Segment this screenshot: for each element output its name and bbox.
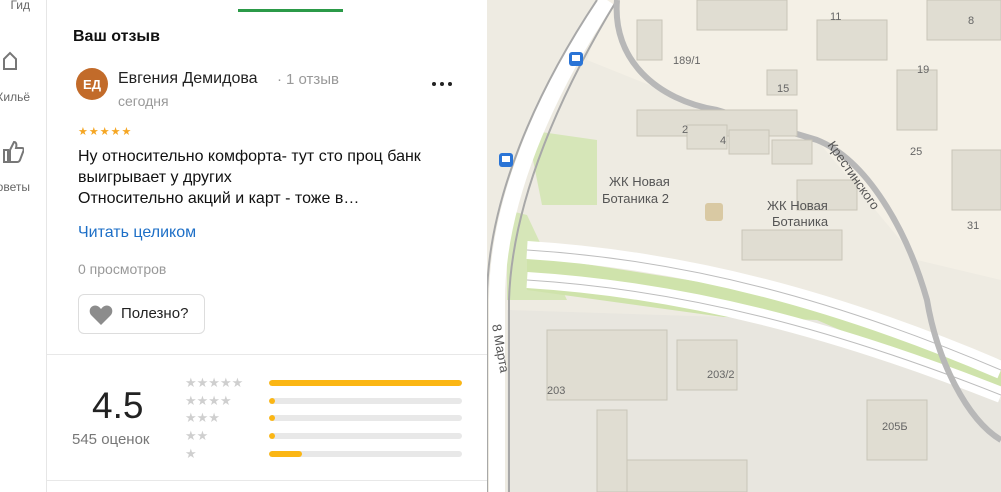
bus-stop-icon[interactable]: [499, 153, 513, 167]
map-label: 19: [917, 64, 929, 76]
histogram-track: [269, 451, 462, 457]
histogram-fill: [269, 451, 302, 457]
histogram-track: [269, 433, 462, 439]
overall-rating: 4.5: [92, 385, 144, 426]
ratings-count: 545 оценок: [72, 431, 150, 448]
map-label: 2: [682, 124, 688, 136]
histogram-stars: ★: [185, 446, 197, 461]
useful-button[interactable]: Полезно?: [78, 294, 205, 334]
panel-title: Ваш отзыв: [73, 28, 160, 45]
map-label: 205Б: [882, 421, 908, 433]
author-review-count: · 1 отзыв: [277, 71, 340, 88]
map-label: 203: [547, 385, 565, 397]
map-label: 8: [968, 15, 974, 27]
review-text: Ну относительно комфорта- тут сто проц б…: [78, 146, 473, 209]
rail-item-label: Гид: [10, 0, 30, 12]
review-panel: Ваш отзыв ЕД Евгения Демидова · 1 отзыв с…: [47, 0, 488, 492]
map-place-label: Ботаника 2: [602, 191, 669, 206]
map-canvas[interactable]: 11 8 189/1 15 19 2 4 25 31 203 203/2 205…: [487, 0, 1001, 492]
read-more-link[interactable]: Читать целиком: [78, 224, 196, 242]
avatar[interactable]: ЕД: [76, 68, 108, 100]
map-place-label: ЖК Новая: [767, 198, 828, 213]
rail-item-label: Жильё: [0, 90, 30, 104]
map-label: 11: [830, 11, 841, 23]
review-stars: ★★★★★: [78, 126, 133, 138]
review-text-line: Относительно акций и карт - тоже в…: [78, 190, 360, 207]
map-place-label: Ботаника: [772, 214, 829, 229]
histogram-track: [269, 415, 462, 421]
divider: [47, 480, 487, 481]
map-place-label: ЖК Новая: [609, 174, 670, 189]
bus-stop-icon[interactable]: [569, 52, 583, 66]
left-rail: Гид Жильё Советы: [0, 0, 47, 492]
map-label: 4: [720, 135, 726, 147]
histogram-fill: [269, 398, 275, 404]
thumbs-up-icon: [3, 140, 24, 163]
map-label: 189/1: [673, 55, 701, 67]
divider: [47, 354, 487, 355]
author-name[interactable]: Евгения Демидова: [118, 70, 258, 88]
active-tab-indicator: [238, 9, 343, 12]
map-label: 15: [777, 83, 789, 95]
histogram-fill: [269, 433, 275, 439]
map-label: 25: [910, 146, 922, 158]
map-label: 31: [967, 220, 979, 232]
review-text-line: Ну относительно комфорта- тут сто проц б…: [78, 148, 421, 165]
housing-icon: [3, 51, 17, 70]
heart-icon: [89, 305, 113, 325]
histogram-fill: [269, 415, 275, 421]
review-text-line: выигрывает у других: [78, 169, 232, 186]
author-review-count-text: 1 отзыв: [286, 71, 340, 88]
histogram-stars: ★★★: [185, 410, 220, 425]
more-options-button[interactable]: [430, 76, 454, 90]
map-label: 203/2: [707, 369, 735, 381]
histogram-stars: ★★: [185, 428, 209, 443]
poi-icon[interactable]: [705, 203, 723, 221]
useful-button-label: Полезно?: [121, 305, 189, 322]
views-count: 0 просмотров: [78, 261, 167, 277]
review-date: сегодня: [118, 93, 169, 109]
histogram-track: [269, 398, 462, 404]
rail-item-label: Советы: [0, 180, 30, 194]
histogram-stars: ★★★★★: [185, 375, 244, 390]
histogram-stars: ★★★★: [185, 393, 232, 408]
histogram-fill: [269, 380, 462, 386]
map[interactable]: 11 8 189/1 15 19 2 4 25 31 203 203/2 205…: [487, 0, 1001, 492]
histogram-track: [269, 380, 462, 386]
